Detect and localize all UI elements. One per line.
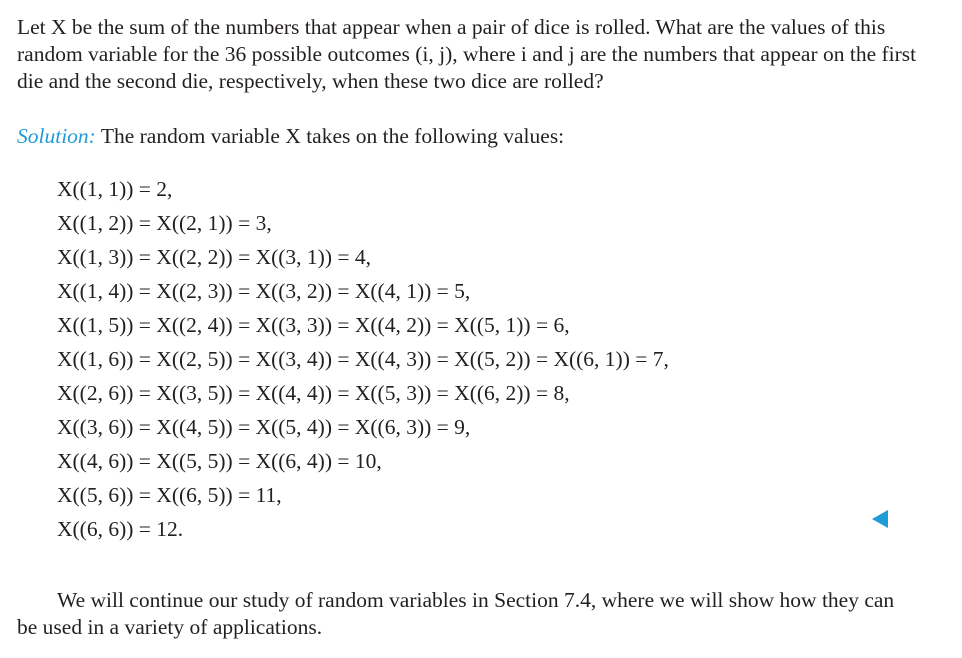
equation-row: X((5, 6)) = X((6, 5)) = 11, — [57, 483, 282, 507]
equation-row: X((1, 1)) = 2, — [57, 177, 173, 201]
textbook-page: Let X be the sum of the numbers that app… — [0, 0, 962, 658]
equation-row: X((6, 6)) = 12. — [57, 517, 184, 541]
end-of-solution-triangle-icon — [872, 510, 888, 528]
problem-statement: Let X be the sum of the numbers that app… — [17, 15, 917, 93]
equation-row: X((1, 3)) = X((2, 2)) = X((3, 1)) = 4, — [57, 245, 371, 269]
equation-row: X((2, 6)) = X((3, 5)) = X((4, 4)) = X((5… — [57, 381, 570, 405]
equation-row: X((1, 4)) = X((2, 3)) = X((3, 2)) = X((4… — [57, 279, 471, 303]
equation-row: X((4, 6)) = X((5, 5)) = X((6, 4)) = 10, — [57, 449, 382, 473]
equation-row: X((1, 6)) = X((2, 5)) = X((3, 4)) = X((4… — [57, 347, 669, 371]
solution-intro-text: The random variable X takes on the follo… — [100, 124, 565, 148]
solution-label: Solution: — [17, 124, 96, 148]
equation-list: X((1, 1)) = 2, X((1, 2)) = X((2, 1)) = 3… — [57, 172, 669, 546]
closing-paragraph: We will continue our study of random var… — [17, 588, 895, 639]
equation-row: X((1, 2)) = X((2, 1)) = 3, — [57, 211, 272, 235]
equation-row: X((3, 6)) = X((4, 5)) = X((5, 4)) = X((6… — [57, 415, 471, 439]
solution-intro: Solution: The random variable X takes on… — [17, 123, 917, 150]
equation-row: X((1, 5)) = X((2, 4)) = X((3, 3)) = X((4… — [57, 313, 570, 337]
